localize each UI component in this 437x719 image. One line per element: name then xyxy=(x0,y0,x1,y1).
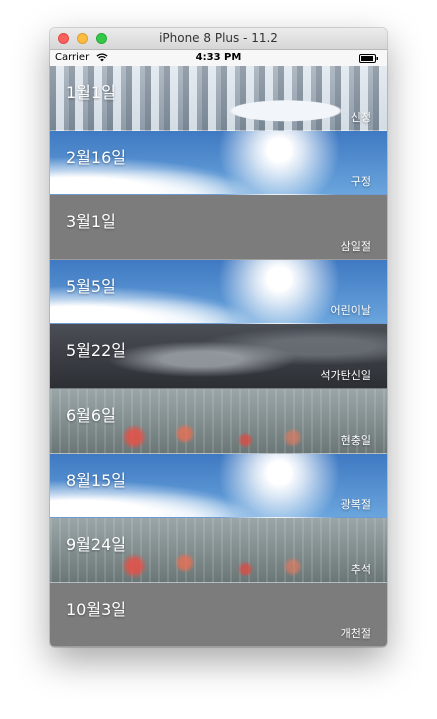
holiday-date: 8월15일 xyxy=(66,470,126,490)
holiday-date: 3월1일 xyxy=(66,212,116,232)
holiday-row[interactable]: 1월1일신정 xyxy=(50,66,387,131)
holiday-row[interactable]: 3월1일삼일절 xyxy=(50,195,387,260)
holiday-row[interactable]: 10월3일개천절 xyxy=(50,582,387,647)
simulator-window: iPhone 8 Plus - 11.2 Carrier 4:33 PM 1월1… xyxy=(50,28,387,647)
holiday-date: 2월16일 xyxy=(66,147,126,167)
holiday-name: 추석 xyxy=(350,562,371,576)
holiday-date: 5월5일 xyxy=(66,276,116,296)
holiday-row[interactable]: 9월24일추석 xyxy=(50,518,387,583)
holiday-row[interactable]: 6월6일현충일 xyxy=(50,388,387,454)
holiday-name: 어린이날 xyxy=(330,304,371,318)
holiday-list[interactable]: 1월1일 신정 2월16일 구정 3월1일 삼일절 5월5일 어린이날 5월22일 석가탄신일 6월… xyxy=(50,66,387,647)
holiday-name: 신정 xyxy=(350,110,371,124)
holiday-name: 석가탄신일 xyxy=(320,368,371,382)
holiday-row[interactable]: 2월16일구정 xyxy=(50,130,387,196)
holiday-date: 10월3일 xyxy=(66,599,126,619)
holiday-row[interactable]: 5월22일석가탄신일 xyxy=(50,324,387,389)
holiday-name: 현충일 xyxy=(340,433,371,447)
holiday-row[interactable]: 5월5일어린이날 xyxy=(50,259,387,325)
holiday-name: 광복절 xyxy=(340,498,371,512)
status-bar: Carrier 4:33 PM xyxy=(50,50,387,66)
holiday-name: 개천절 xyxy=(340,627,371,641)
holiday-row[interactable]: 8월15일광복절 xyxy=(50,453,387,519)
holiday-date: 9월24일 xyxy=(66,535,126,555)
battery-icon xyxy=(359,54,379,66)
holiday-name: 구정 xyxy=(350,175,371,189)
window-title: iPhone 8 Plus - 11.2 xyxy=(159,31,278,45)
title-bar: iPhone 8 Plus - 11.2 xyxy=(50,28,387,50)
holiday-date: 6월6일 xyxy=(66,405,116,425)
status-time: 4:33 PM xyxy=(195,52,242,63)
holiday-date: 5월22일 xyxy=(66,341,126,361)
holiday-name: 삼일절 xyxy=(340,239,371,253)
holiday-date: 1월1일 xyxy=(66,83,116,102)
